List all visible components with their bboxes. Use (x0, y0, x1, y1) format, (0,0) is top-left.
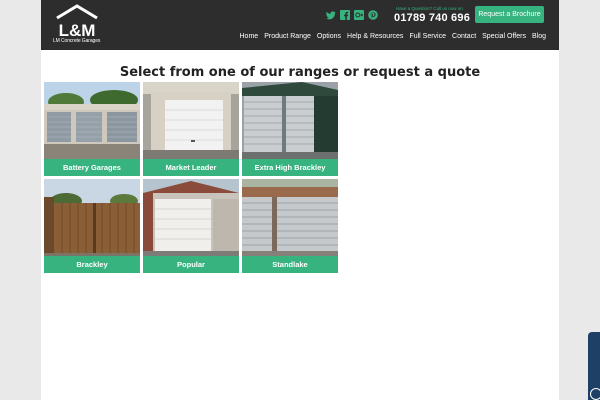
range-label: Brackley (44, 256, 140, 273)
nav-item-blog[interactable]: Blog (532, 33, 546, 40)
range-label: Standlake (242, 256, 338, 273)
nav-item-home[interactable]: Home (240, 33, 259, 40)
range-image-brackley (44, 179, 140, 256)
nav-item-special-offers[interactable]: Special Offers (482, 33, 526, 40)
range-image-battery-garages (44, 82, 140, 159)
nav-item-full-service[interactable]: Full Service (409, 33, 446, 40)
range-tile-extra-high-brackley[interactable]: Extra High Brackley (242, 82, 338, 176)
page-container: L&M LM Concrete Garages Have a Question?… (41, 0, 559, 400)
range-label: Extra High Brackley (242, 159, 338, 176)
chat-widget-tab[interactable] (588, 332, 600, 400)
page-heading: Select from one of our ranges or request… (119, 65, 481, 80)
range-image-market-leader (143, 82, 239, 159)
twitter-icon[interactable] (326, 10, 336, 20)
range-tile-popular[interactable]: Popular (143, 179, 239, 273)
facebook-icon[interactable] (340, 10, 350, 20)
pinterest-icon[interactable] (368, 10, 378, 20)
range-tile-market-leader[interactable]: Market Leader (143, 82, 239, 176)
range-label: Market Leader (143, 159, 239, 176)
range-label: Battery Garages (44, 159, 140, 176)
site-logo[interactable]: L&M LM Concrete Garages (53, 4, 103, 46)
request-brochure-button[interactable]: Request a Brochure (475, 6, 544, 23)
range-label: Popular (143, 256, 239, 273)
range-image-extra-high-brackley (242, 82, 338, 159)
range-tile-brackley[interactable]: Brackley (44, 179, 140, 273)
range-image-standlake (242, 179, 338, 256)
nav-item-product-range[interactable]: Product Range (264, 33, 311, 40)
main-nav: Home Product Range Options Help & Resour… (240, 33, 547, 40)
logo-house-icon: L&M (56, 4, 98, 38)
chat-icon (590, 388, 600, 400)
google-plus-icon[interactable] (354, 10, 364, 20)
site-header: L&M LM Concrete Garages Have a Question?… (41, 0, 559, 50)
nav-item-options[interactable]: Options (317, 33, 341, 40)
nav-item-help-resources[interactable]: Help & Resources (347, 33, 403, 40)
range-tile-standlake[interactable]: Standlake (242, 179, 338, 273)
question-text: Have a Question? Call us now on (396, 6, 463, 11)
logo-caption: LM Concrete Garages (53, 38, 101, 44)
logo-text: L&M (59, 21, 96, 38)
range-image-popular (143, 179, 239, 256)
range-tile-battery-garages[interactable]: Battery Garages (44, 82, 140, 176)
nav-item-contact[interactable]: Contact (452, 33, 476, 40)
phone-number[interactable]: 01789 740 696 (394, 12, 470, 24)
social-links (326, 10, 378, 20)
